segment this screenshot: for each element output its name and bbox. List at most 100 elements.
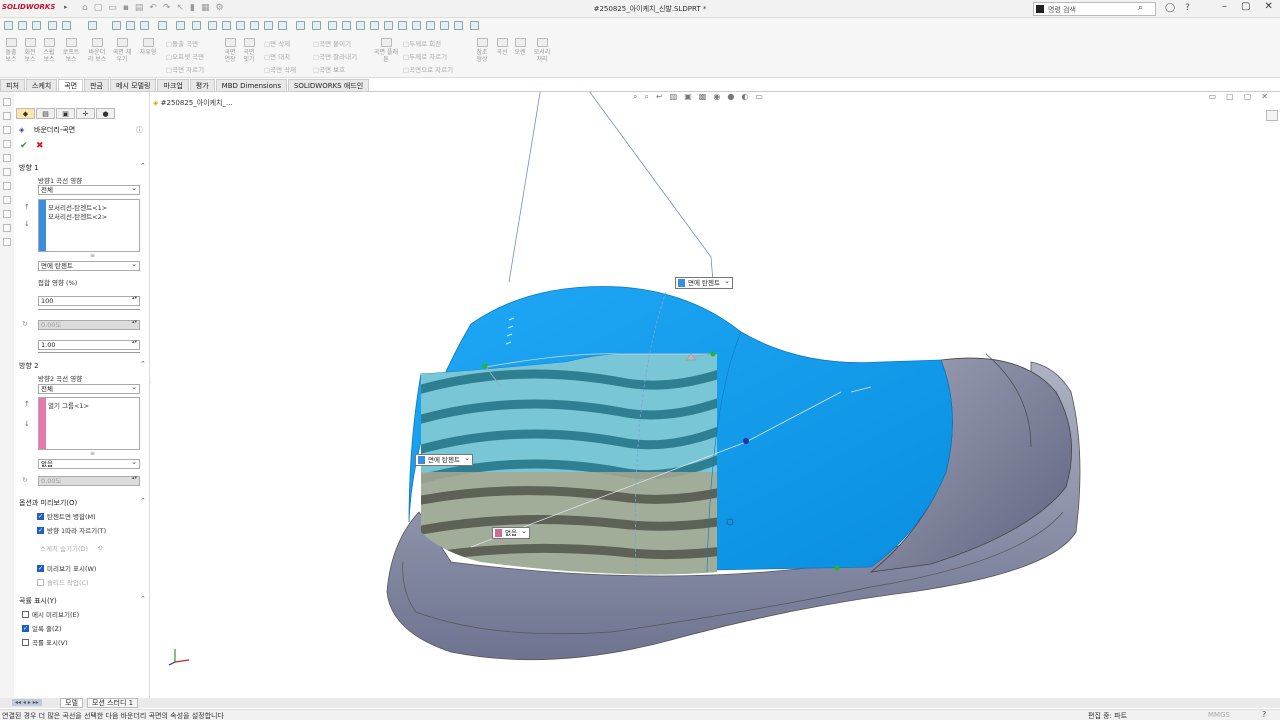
cmd-delete-face[interactable]: 면 삭제 — [264, 38, 290, 48]
cmd-sweep-boss[interactable]: 스윕 보스 — [41, 38, 57, 63]
cmd-extruded-surface[interactable]: 돌출 곡면 — [166, 38, 198, 48]
cmd-extrude-boss[interactable]: 돌출 보스 — [3, 38, 19, 63]
side-icon[interactable] — [3, 98, 11, 106]
hide-sketch-button[interactable]: 스케치 숨기기(D) ⟲ — [40, 543, 102, 553]
edit-appearance-icon[interactable]: ● — [727, 92, 734, 102]
cmd-extend-surface[interactable]: 곡면 연장 — [222, 38, 238, 63]
tangency-callout-3[interactable]: 없음 — [492, 526, 530, 539]
options-header[interactable]: 옵션과 미리보기(O) — [19, 498, 77, 508]
save-icon[interactable]: ▪ — [123, 3, 129, 13]
toolbar-icon[interactable] — [250, 21, 259, 30]
splitter-icon[interactable]: ≡ — [90, 252, 95, 259]
task-pane-tab[interactable] — [1266, 110, 1278, 121]
selection-point[interactable] — [710, 351, 716, 357]
cmd-offset-surface[interactable]: 오프셋 곡면 — [166, 51, 204, 61]
collapse-icon[interactable]: ⌃ — [140, 595, 146, 603]
side-icon[interactable] — [3, 168, 11, 176]
cmd-edge-processing[interactable]: 모서리 처리 — [531, 38, 553, 63]
trim-by-direction1-checkbox[interactable]: 방향 1따라 자르기(T) — [37, 525, 106, 535]
command-search-box[interactable]: 명령 검색 ⌕ — [1033, 2, 1156, 16]
toolbar-icon[interactable] — [88, 21, 97, 30]
cmd-revolve-thicken[interactable]: 두께로 회전 — [403, 38, 441, 48]
cancel-button[interactable]: ✖ — [36, 141, 44, 151]
direction1-curve-influence-select[interactable]: 전체 — [38, 184, 140, 195]
collapse-icon[interactable]: ⌃ — [140, 360, 146, 368]
hide-show-icon[interactable]: ◉ — [713, 92, 720, 102]
toolbar-icon[interactable] — [222, 21, 231, 30]
cmd-thicken-cut[interactable]: 두께로 자르기 — [403, 51, 447, 61]
options-gear-icon[interactable]: ⚙ — [215, 3, 223, 13]
section-view-icon[interactable]: ▧ — [670, 92, 678, 102]
cmd-boundary-boss[interactable]: 바운더리 보스 — [86, 38, 108, 63]
checkbox-box[interactable] — [37, 578, 44, 586]
checkbox-box[interactable] — [22, 610, 29, 618]
toolbar-icon[interactable] — [158, 21, 167, 30]
tab-nav-arrows[interactable]: ◂◂ ◂ ▸ ▸▸ — [12, 699, 42, 706]
list-item[interactable]: 모서리선-탄젠트<2> — [48, 211, 107, 221]
tab-motion-study[interactable]: 모션 스터디 1 — [87, 698, 139, 708]
connector-point[interactable] — [743, 438, 749, 444]
toolbar-icon[interactable] — [140, 21, 149, 30]
side-icon[interactable] — [3, 210, 11, 218]
display-style-icon[interactable]: ▩ — [699, 92, 707, 102]
toolbar-icon[interactable] — [384, 21, 393, 30]
viewport-maximize-icon[interactable]: ▢ — [1244, 92, 1252, 101]
print-icon[interactable]: ▤ — [135, 3, 144, 13]
zoom-to-fit-icon[interactable]: ⌕ — [633, 92, 637, 102]
maximize-icon[interactable]: ▢ — [1241, 1, 1250, 12]
rebuild-icon[interactable]: ▮ — [190, 3, 195, 13]
cmd-surface-protect[interactable]: 곡면 보호 — [313, 64, 345, 74]
help-icon[interactable]: ? — [1185, 3, 1190, 13]
view-orientation-icon[interactable]: ▣ — [684, 92, 692, 102]
zebra-stripes-checkbox[interactable]: 얼룩 줄(Z) — [22, 623, 62, 633]
help-icon[interactable]: ⓘ — [136, 125, 143, 135]
toolbar-icon[interactable] — [176, 21, 185, 30]
tangent-influence-slider[interactable] — [38, 350, 140, 353]
curvature-display-header[interactable]: 곡률 표시(Y) — [19, 596, 57, 606]
cmd-trim-surface[interactable]: 곡면 자르기 — [166, 64, 204, 74]
previous-view-icon[interactable]: ↩ — [656, 92, 663, 102]
toolbar-icon[interactable] — [356, 21, 365, 30]
close-icon[interactable]: ✕ — [1264, 1, 1272, 12]
viewport-close-icon[interactable]: ✕ — [1261, 92, 1268, 101]
show-preview-checkbox[interactable]: 미리보기 표시(W) — [37, 563, 96, 573]
toolbar-icon[interactable] — [278, 21, 287, 30]
help-icon[interactable]: ? — [1262, 710, 1266, 719]
direction1-header[interactable]: 방향 1 — [19, 163, 39, 173]
cmd-replace-face[interactable]: 면 대치 — [264, 51, 290, 61]
cmd-surface-cut[interactable]: 곡면으로 자르기 — [403, 64, 453, 74]
redo-icon[interactable]: ↷ — [163, 3, 171, 13]
toolbar-icon[interactable] — [426, 21, 435, 30]
checkbox-box[interactable] — [37, 564, 44, 572]
direction2-tangency-select[interactable]: 없음 — [38, 458, 140, 469]
tangency-callout-1[interactable]: 면에 탄젠트 — [675, 276, 733, 289]
tangent-influence-input[interactable]: 1.00 — [38, 340, 140, 350]
side-icon[interactable] — [3, 154, 11, 162]
splitter-icon[interactable]: ≡ — [90, 450, 95, 457]
graphics-area[interactable]: ◈ #250825_아이케치_... ⌕ ⌕ ↩ ▧ ▣ ▩ ◉ ● ◐ ▭ ▭… — [151, 92, 1280, 698]
select-icon[interactable]: ↖ — [176, 3, 184, 13]
feature-manager-tab-icon[interactable]: ◆ — [16, 108, 35, 119]
display-manager-tab-icon[interactable]: ● — [96, 108, 115, 119]
toolbar-icon[interactable] — [412, 21, 421, 30]
checkbox-box[interactable] — [22, 624, 29, 632]
selection-point[interactable] — [482, 363, 488, 369]
direction2-header[interactable]: 방향 2 — [19, 361, 39, 371]
draft-angle-input[interactable]: 0.00도 — [38, 320, 140, 330]
cmd-freeform[interactable]: 자유형 — [137, 38, 159, 56]
file-properties-icon[interactable]: ▦ — [201, 3, 210, 13]
tangency-callout-2[interactable]: 면에 탄젠트 — [415, 453, 473, 466]
checkbox-box[interactable] — [37, 512, 44, 520]
property-manager-tab-icon[interactable]: ▤ — [36, 108, 55, 119]
cmd-instant3d[interactable]: 오렌 — [512, 38, 528, 56]
toolbar-icon[interactable] — [328, 21, 337, 30]
collapse-icon[interactable]: ⌃ — [140, 497, 146, 505]
configuration-manager-tab-icon[interactable]: ▣ — [56, 108, 75, 119]
side-icon[interactable] — [3, 112, 11, 120]
direction2-curve-influence-select[interactable]: 전체 — [38, 383, 140, 394]
side-icon[interactable] — [3, 182, 11, 190]
cmd-loft-boss[interactable]: 로프트 보스 — [60, 38, 82, 63]
cmd-thicken[interactable]: 곡면 붙이기 — [313, 38, 351, 48]
menu-arrow-icon[interactable]: ▸ — [64, 3, 68, 11]
toolbar-icon[interactable] — [312, 21, 321, 30]
